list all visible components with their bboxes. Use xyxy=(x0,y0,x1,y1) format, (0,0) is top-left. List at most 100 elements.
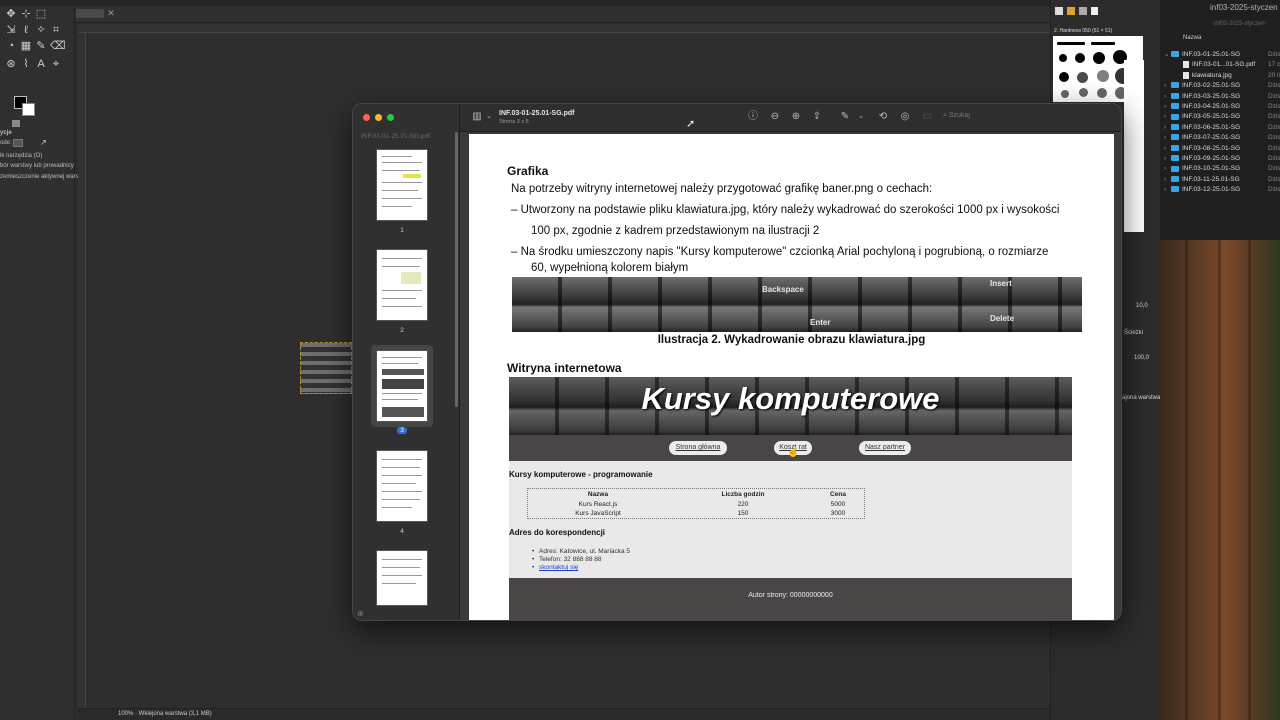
folder-icon xyxy=(1171,124,1179,131)
background-color-swatch[interactable] xyxy=(22,103,35,116)
lasso-tool-icon[interactable]: ℓ xyxy=(20,24,32,36)
move-tool-icon[interactable]: ✥ xyxy=(5,8,17,20)
info-icon[interactable]: ⓘ xyxy=(747,111,759,123)
file-icon xyxy=(1183,71,1189,79)
item-date: Dzis xyxy=(1268,165,1280,173)
disclosure-triangle-icon[interactable]: › xyxy=(1164,185,1171,195)
disclosure-triangle-icon[interactable]: › xyxy=(1164,92,1171,102)
keycap-label: Enter xyxy=(810,318,831,327)
file-icon xyxy=(1183,61,1189,69)
item-date: Dzis xyxy=(1268,175,1280,183)
warp-tool-icon[interactable]: ◔ xyxy=(5,40,17,52)
close-icon[interactable]: ✕ xyxy=(106,8,116,18)
zoom-in-icon[interactable]: ⊕ xyxy=(790,111,802,123)
search-field[interactable]: ⌕ Szukaj xyxy=(943,112,970,120)
form-icon[interactable]: ▭ xyxy=(921,111,933,123)
markup-pen-icon[interactable]: ✎ xyxy=(839,111,851,123)
align-tool-icon[interactable]: ⊹ xyxy=(20,8,32,20)
add-page-icon[interactable]: ⊕ xyxy=(357,609,364,618)
text-tool-icon[interactable]: A xyxy=(35,58,47,70)
contact-link[interactable]: skontaktuj się xyxy=(532,564,578,571)
item-name: INF.03-02-25.01-SG xyxy=(1182,82,1241,90)
minimize-window-button[interactable] xyxy=(375,114,382,121)
file-row[interactable]: INF.03-01...01-SG.pdf 17 c xyxy=(1164,60,1280,70)
section-title: Adres do korespondencji xyxy=(509,528,606,537)
sidebar-scrollbar[interactable] xyxy=(455,132,458,407)
column-header-name[interactable]: Nazwa xyxy=(1183,35,1201,41)
item-date: 17 c xyxy=(1268,61,1280,69)
disclosure-triangle-icon[interactable]: › xyxy=(1164,123,1171,133)
document-tab-icon[interactable] xyxy=(1091,7,1098,15)
keycap-label: Insert xyxy=(990,279,1012,288)
item-name: INF.03-09-25.01-SG xyxy=(1182,155,1241,162)
rotate-icon[interactable]: ⟲ xyxy=(877,111,889,123)
disclosure-triangle-icon[interactable]: › xyxy=(1164,154,1171,164)
paintbrush-icon[interactable]: ✎ xyxy=(35,40,47,52)
nav-home-link[interactable]: Strona główna xyxy=(669,441,727,455)
clone-tool-icon[interactable]: ⊛ xyxy=(5,58,17,70)
page-thumbnail-selected[interactable] xyxy=(376,350,428,422)
color-picker-icon[interactable]: ⌖ xyxy=(50,58,62,70)
page-thumbnail[interactable] xyxy=(376,249,428,321)
disclosure-triangle-icon[interactable]: › xyxy=(1164,133,1171,143)
folder-row[interactable]: › INF.03-04-25.01-SG Dzis xyxy=(1164,102,1280,112)
markup-icon[interactable]: ◎ xyxy=(899,111,911,123)
disclosure-triangle-icon[interactable]: › xyxy=(1164,81,1171,91)
rect-select-icon[interactable]: ⬚ xyxy=(35,8,47,20)
image-tab[interactable] xyxy=(76,9,104,18)
brush-title: 2. Hardness 050 (51 × 51) xyxy=(1054,28,1113,34)
folder-row[interactable]: › INF.03-10-25.01-SG Dzis xyxy=(1164,164,1280,174)
folder-row[interactable]: › INF.03-03-25.01-SG Dzis xyxy=(1164,92,1280,102)
folder-row[interactable]: › INF.03-07-25.01-SG Dzis xyxy=(1164,133,1280,143)
brush-tab-icon[interactable] xyxy=(1055,7,1063,15)
item-date: Dzis xyxy=(1268,155,1280,162)
table-cell: 220 xyxy=(737,501,749,508)
disclosure-triangle-icon[interactable]: ⌄ xyxy=(1164,50,1171,60)
folder-row[interactable]: › INF.03-05-25.01-SG Dzis xyxy=(1164,112,1280,122)
file-row[interactable]: klawiatura.jpg 20 li xyxy=(1164,71,1280,81)
nav-partner-link[interactable]: Nasz partner xyxy=(859,441,911,455)
sidebar-toggle-icon[interactable]: ▥ xyxy=(471,111,483,123)
crop-tool-icon[interactable]: ⌗ xyxy=(50,24,62,36)
zoom-out-icon[interactable]: ⊖ xyxy=(769,111,781,123)
disclosure-triangle-icon[interactable]: › xyxy=(1164,144,1171,154)
swap-colors-icon[interactable] xyxy=(12,120,20,127)
zoom-window-button[interactable] xyxy=(387,114,394,121)
folder-row[interactable]: › INF.03-12-25.01-SG Dzis xyxy=(1164,185,1280,195)
mode-layer-button[interactable] xyxy=(13,139,23,147)
move-tool-icon[interactable]: ↗ xyxy=(40,138,50,148)
folder-row[interactable]: › INF.03-06-25.01-SG Dzis xyxy=(1164,123,1280,133)
item-name: INF.03-11-25.01-SG xyxy=(1182,175,1240,183)
chevron-down-icon[interactable]: ⌄ xyxy=(855,111,867,123)
chevron-down-icon[interactable]: ⌄ xyxy=(483,111,495,123)
folder-row[interactable]: › INF.03-11-25.01-SG Dzis xyxy=(1164,175,1280,185)
page-number: 4 xyxy=(400,528,404,535)
path-tool-icon[interactable]: ⌇ xyxy=(20,58,32,70)
pasted-layer[interactable] xyxy=(300,342,352,394)
font-tab-icon[interactable] xyxy=(1079,7,1087,15)
fuzzy-select-icon[interactable]: ✧ xyxy=(35,24,47,36)
share-icon[interactable]: ⇪ xyxy=(811,111,823,123)
page-thumbnail[interactable] xyxy=(376,450,428,522)
page-thumbnail[interactable] xyxy=(376,550,428,606)
folder-row[interactable]: › INF.03-02-25.01-SG Dzis xyxy=(1164,81,1280,91)
folder-row[interactable]: › INF.03-09-25.01-SG Dzis xyxy=(1164,154,1280,164)
item-name: INF.03-04-25.01-SG xyxy=(1182,103,1241,110)
brush-scroll-area[interactable] xyxy=(1124,60,1144,232)
disclosure-triangle-icon[interactable]: › xyxy=(1164,112,1171,122)
disclosure-triangle-icon[interactable]: › xyxy=(1164,102,1171,112)
bullet-item-continued: 100 px, zgodnie z kadrem przedstawionym … xyxy=(531,225,820,237)
eraser-icon[interactable]: ⌫ xyxy=(50,40,66,52)
pattern-tab-icon[interactable] xyxy=(1067,7,1075,15)
disclosure-triangle-icon[interactable]: › xyxy=(1164,175,1171,185)
item-name: INF.03-01-25.01-SG xyxy=(1182,51,1241,58)
figure-caption: Ilustracja 2. Wykadrowanie obrazu klawia… xyxy=(657,334,926,346)
transform-tool-icon[interactable]: ⇲ xyxy=(5,24,17,36)
folder-row[interactable]: ⌄ INF.03-01-25.01-SG Dzis xyxy=(1164,50,1280,60)
close-window-button[interactable] xyxy=(363,114,370,121)
gradient-tool-icon[interactable]: ▦ xyxy=(20,40,32,52)
disclosure-triangle-icon[interactable]: › xyxy=(1164,164,1171,174)
folder-row[interactable]: › INF.03-08-25.01-SG Dzis xyxy=(1164,144,1280,154)
section-title: Kursy komputerowe - programowanie xyxy=(509,470,653,479)
page-thumbnail[interactable] xyxy=(376,149,428,221)
